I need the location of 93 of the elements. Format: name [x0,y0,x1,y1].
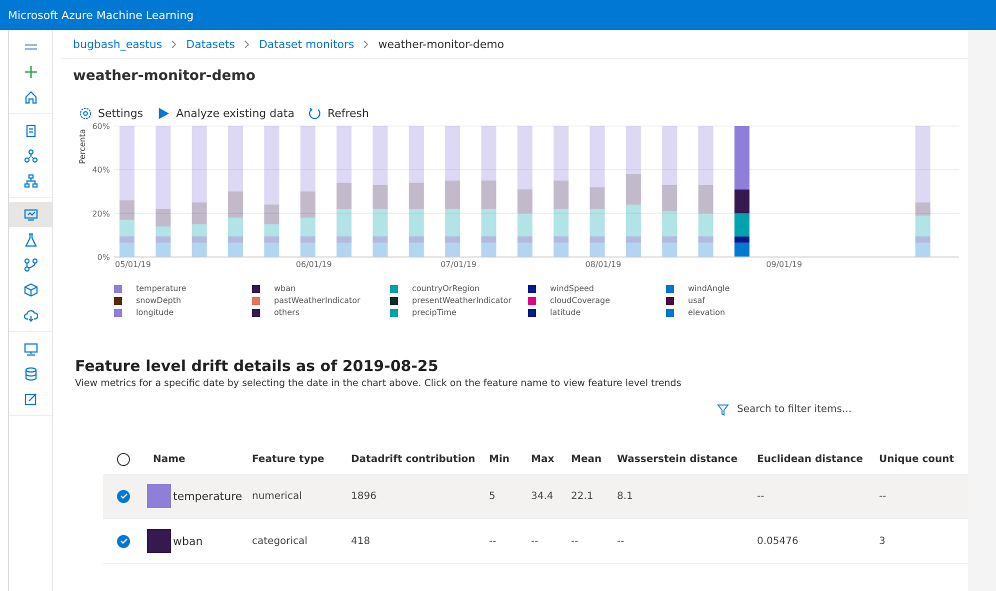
feature-name-link[interactable]: wban [173,534,203,548]
legend-label: longitude [136,308,174,317]
table-cell-text: -- [489,536,498,546]
legend-label: windSpeed [550,284,594,293]
table-cell-text: categorical [252,536,308,546]
y-tick-label: 20% [92,209,110,218]
table-cell-text: 0.05476 [757,536,800,546]
edit-icon [24,392,38,406]
legend-label: wban [274,284,296,293]
column-header[interactable]: Mean [571,454,617,464]
nodes-icon [24,148,38,162]
chevron-icon [244,40,250,48]
table-cell-text: numerical [252,490,303,502]
org-chart-icon [24,174,38,188]
y-tick-label: 60% [92,122,110,131]
table-row[interactable]: temperature numerical 1896 5 34.4 22.1 8.1 -- -- [103,474,968,519]
x-tick-label: 07/01/19 [440,260,477,269]
chart-screen-icon [24,208,38,222]
play-button[interactable]: Analyze existing data [155,105,296,122]
legend-label: usaf [688,296,705,305]
legend-label: temperature [136,284,186,293]
table-cell-text: 5 [489,490,496,502]
page-title: weather-monitor-demo [72,67,256,86]
column-header[interactable]: Datadrift contribution [351,454,489,464]
refresh-button[interactable]: Refresh [306,105,371,122]
legend-label: snowDepth [136,296,182,305]
legend-label: countryOrRegion [412,284,480,293]
feature-name-link[interactable]: temperature [173,490,242,502]
sidebar-nav-item[interactable] [9,202,52,227]
filter-icon [717,404,729,416]
section-description: View metrics for a specific date by selecting the date in the chart above. Click on the feature name to view feature level trends [75,378,682,389]
table-cell-text: 22.1 [571,490,594,502]
play-icon [157,107,170,120]
breadcrumb-link[interactable]: Datasets [186,38,235,50]
checkmark-icon [120,537,128,545]
x-tick-label: 06/01/19 [296,260,332,269]
y-tick-label: 0% [97,253,110,262]
column-header[interactable]: Name [153,454,252,464]
legend-label: pastWeatherIndicator [274,296,360,305]
app-title: Microsoft Azure Machine Learning [8,8,194,22]
legend-label: others [274,308,300,317]
table-cell-text: 3 [879,536,886,546]
legend-label: cloudCoverage [550,296,610,305]
chevron-icon [363,40,370,48]
cloud-icon [24,308,38,322]
column-header[interactable]: Euclidean distance [757,454,879,464]
column-header[interactable]: Feature type [252,454,351,464]
x-tick-label: 05/01/19 [115,260,151,269]
flask-icon [24,232,38,246]
chevron-icon [171,40,178,48]
row-checkbox[interactable] [117,490,130,502]
table-cell-text: -- [617,536,626,546]
table-cell-text: -- [757,490,766,502]
column-header[interactable]: Wasserstein distance [617,454,757,464]
breadcrumb-link[interactable]: Dataset monitors [258,38,354,50]
legend-label: precipTime [412,308,456,317]
table-cell-text: 34.4 [531,490,554,502]
legend-label: latitude [550,308,581,317]
settings-button[interactable]: Settings [77,105,146,122]
column-header[interactable]: Max [531,454,571,464]
home-icon [24,90,38,104]
monitor-icon [24,342,38,356]
table-cell-text: -- [571,536,580,546]
table-row[interactable]: wban categorical 418 -- -- -- -- 0.05476 3 [103,519,968,564]
column-header[interactable]: Unique count [879,454,959,464]
table-cell-text: 8.1 [617,490,634,502]
select-all-checkbox[interactable] [117,452,130,466]
x-tick-label: 09/01/19 [766,260,802,269]
filter-search-field[interactable]: Search to filter items... [717,403,869,416]
legend-label: windAngle [688,284,730,293]
cube-icon [24,282,38,296]
table-cell-text: -- [879,490,888,502]
table-cell-text: 418 [351,536,372,546]
refresh-icon [308,107,322,120]
y-axis-label: Percenta [78,128,87,164]
checkmark-icon [120,492,128,500]
y-tick-label: 40% [92,166,110,175]
stacked-bar[interactable] [734,126,750,257]
legend-label: elevation [688,308,726,317]
breadcrumb-link[interactable]: weather-monitor-demo [378,38,504,50]
x-tick-label: 08/01/19 [585,260,622,269]
table-cell-text: 1896 [351,490,378,502]
plus-icon [24,64,38,78]
legend-label: presentWeatherIndicator [412,296,512,305]
gear-icon [79,107,92,120]
table-cell-text: -- [531,536,540,546]
database-icon [24,366,38,380]
row-checkbox[interactable] [117,534,130,548]
branch-icon [24,258,38,272]
breadcrumb-link[interactable]: bugbash_eastus [73,38,162,50]
document-icon [24,124,38,138]
column-header[interactable]: Min [489,454,531,464]
section-heading: Feature level drift details as of 2019-08-25 [75,357,440,375]
